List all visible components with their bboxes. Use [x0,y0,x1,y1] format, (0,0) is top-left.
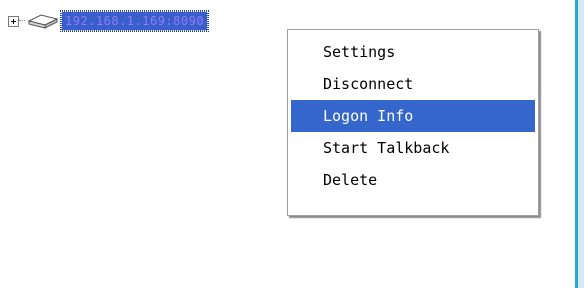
menu-item-logon-info[interactable]: Logon Info [291,100,535,132]
menu-item-delete[interactable]: Delete [288,164,538,196]
menu-item-settings[interactable]: Settings [288,36,538,68]
context-menu-items: Settings Disconnect Logon Info Start Tal… [288,36,538,196]
device-node-label[interactable]: 192.168.1.169:8090 [59,10,210,32]
context-menu: Settings Disconnect Logon Info Start Tal… [287,29,539,216]
right-panel-edge [575,0,584,288]
tree-connector-line [19,20,25,22]
device-icon [27,14,59,29]
menu-item-disconnect[interactable]: Disconnect [288,68,538,100]
panel-divider [575,0,578,288]
tree-node-device[interactable]: 192.168.1.169:8090 [8,10,210,32]
plus-expander-icon[interactable] [8,15,19,27]
menu-item-start-talkback[interactable]: Start Talkback [288,132,538,164]
